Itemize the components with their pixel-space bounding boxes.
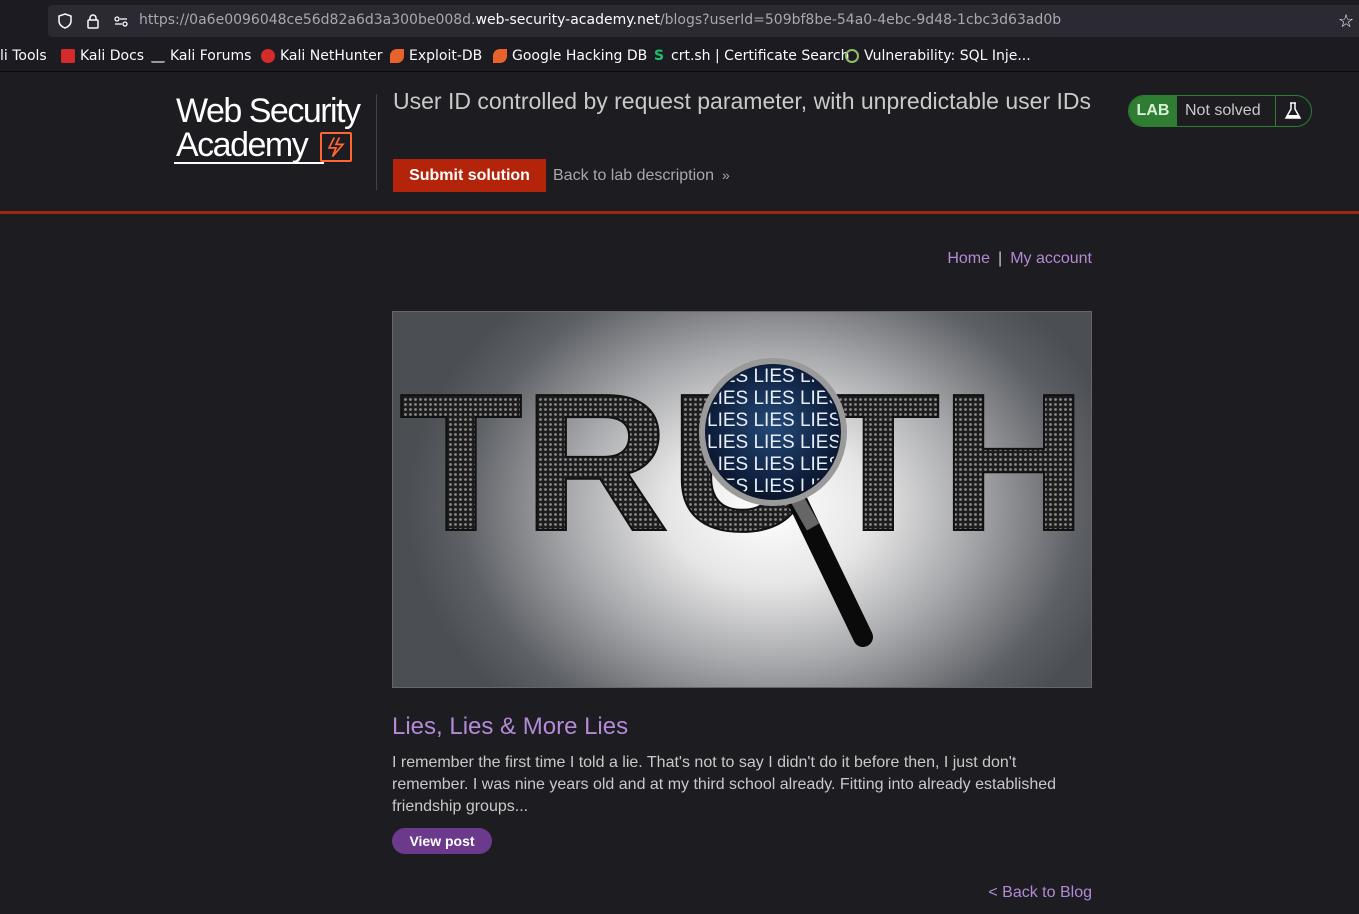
back-to-blog-link[interactable]: < Back to Blog [988,884,1092,902]
header-divider [376,94,377,190]
bookmark-label: Google Hacking DB [512,48,648,64]
bookmarks-bar: li Tools Kali Docs Kali Forums Kali NetH… [0,42,1359,72]
back-to-lab-description-link[interactable]: Back to lab description » [553,167,730,185]
bookmark-label: Kali Forums [170,48,252,64]
lock-icon[interactable] [85,13,101,29]
logo-underline [174,162,324,164]
bookmark-label: crt.sh | Certificate Search [671,48,850,64]
bookmark-label: Vulnerability: SQL Inje... [864,48,1031,64]
url-text[interactable]: https://0a6e0096048ce56d82a6d3a300be008d… [139,12,1061,28]
bookmark-star-icon[interactable]: ☆ [1338,11,1354,32]
exploit-db-icon [390,49,404,63]
lab-status-text: Not solved [1185,102,1261,119]
top-nav: Home | My account [947,250,1092,268]
view-post-button[interactable]: View post [392,828,492,854]
submit-solution-button[interactable]: Submit solution [393,159,546,192]
lab-title: User ID controlled by request parameter,… [393,88,1091,114]
bookmark-kali-nethunter[interactable]: Kali NetHunter [261,48,382,64]
academy-logo[interactable]: Web Security Academy [174,92,374,168]
bookmark-kali-forums[interactable]: Kali Forums [151,48,251,64]
ghdb-icon [493,49,507,63]
nav-home-link[interactable]: Home [947,250,990,267]
logo-line-2: Academy [176,126,309,164]
permissions-icon[interactable] [113,13,129,29]
bookmark-label: Kali Docs [80,48,145,64]
bookmark-kali-tools[interactable]: li Tools [0,48,47,64]
crtsh-icon: S [653,48,665,64]
bookmark-label: Exploit-DB [409,48,483,64]
bookmark-exploit-db[interactable]: Exploit-DB [390,48,482,64]
address-bar[interactable]: https://0a6e0096048ce56d82a6d3a300be008d… [48,5,1359,37]
bookmark-google-hacking-db[interactable]: Google Hacking DB [493,48,647,64]
back-to-lab-label: Back to lab description [553,167,714,184]
dvwa-icon [845,49,859,63]
nav-separator: | [998,250,1003,267]
bookmark-label: Kali NetHunter [280,48,383,64]
lab-status-widget: LAB Not solved [1128,95,1312,127]
post-image: TRUTH LIES LIES LIES LIES LIES LIES LIES… [392,311,1092,688]
logo-bolt-icon [320,132,352,162]
flask-icon[interactable] [1283,101,1303,121]
kali-docs-icon [61,49,75,63]
double-chevron-right-icon: » [721,167,730,183]
tracking-shield-icon[interactable] [57,13,73,29]
browser-toolbar: https://0a6e0096048ce56d82a6d3a300be008d… [0,0,1359,42]
bookmark-crtsh[interactable]: Scrt.sh | Certificate Search [652,48,850,64]
nav-my-account-link[interactable]: My account [1010,250,1092,267]
nethunter-icon [261,49,275,63]
kali-dragon-icon [151,49,165,63]
bookmark-sql-injection[interactable]: Vulnerability: SQL Inje... [845,48,1031,64]
lab-tag: LAB [1129,96,1177,126]
lab-header: Web Security Academy User ID controlled … [0,72,1359,214]
post-summary: I remember the first time I told a lie. … [392,754,1057,815]
bookmark-label: li Tools [0,48,47,64]
status-separator [1275,96,1276,126]
truth-lies-illustration: TRUTH LIES LIES LIES LIES LIES LIES LIES… [398,352,1088,647]
bookmark-kali-docs[interactable]: Kali Docs [61,48,144,64]
page: Web Security Academy User ID controlled … [0,72,1359,914]
post-title-link[interactable]: Lies, Lies & More Lies [392,713,628,741]
